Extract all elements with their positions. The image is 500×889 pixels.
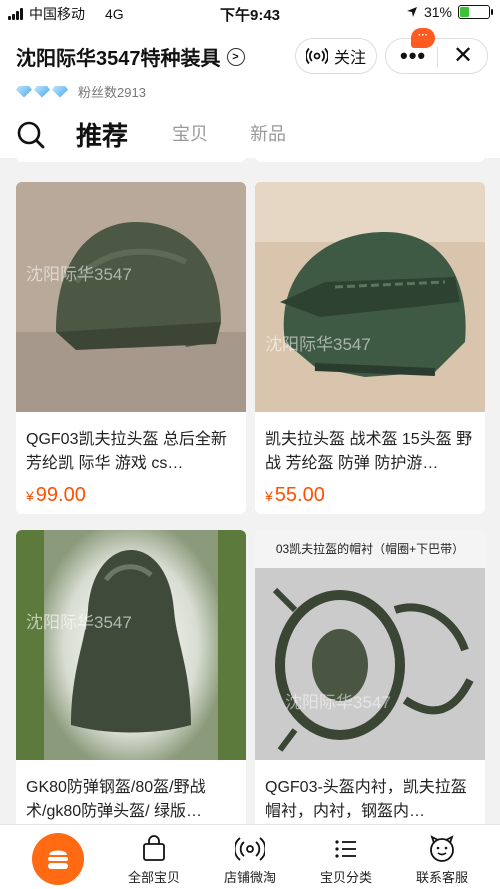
product-title: QGF03凯夫拉头盔 总后全新 芳纶凯 际华 游戏 cs… bbox=[26, 431, 227, 472]
product-title: GK80防弹钢盔/80盔/野战术/gk80防弹头盔/ 绿版… bbox=[26, 779, 206, 820]
fans-count: 粉丝数2913 bbox=[78, 85, 146, 100]
tab-recommend[interactable]: 推荐 bbox=[76, 116, 128, 153]
product-price: ¥99.00 bbox=[16, 476, 246, 507]
product-title: 凯夫拉头盔 战术盔 15头盔 野战 芳纶盔 防弹 防护游… bbox=[265, 431, 473, 472]
shop-home-button[interactable] bbox=[32, 833, 84, 885]
nav-label: 联系客服 bbox=[415, 870, 468, 885]
product-card-partial[interactable] bbox=[255, 158, 485, 162]
image-caption: 03凯夫拉盔的帽衬（帽圈+下巴带） bbox=[275, 542, 465, 556]
product-card[interactable]: 沈阳际华3547 GK80防弹钢盔/80盔/野战术/gk80防弹头盔/ 绿版… bbox=[16, 530, 246, 824]
battery-percent: 31% bbox=[423, 4, 452, 20]
list-icon bbox=[335, 840, 356, 858]
chevron-right-icon: > bbox=[226, 47, 245, 66]
nav-categories[interactable]: 宝贝分类 bbox=[306, 835, 386, 886]
watermark: 沈阳际华3547 bbox=[26, 265, 132, 284]
tab-items[interactable]: 宝贝 bbox=[172, 120, 208, 146]
status-right: 31% bbox=[406, 4, 493, 20]
follow-button[interactable]: 关注 bbox=[295, 38, 377, 74]
product-card[interactable]: 03凯夫拉盔的帽衬（帽圈+下巴带） 沈阳际华3547 QGF03-头盔内衬，凯夫… bbox=[255, 530, 485, 824]
more-icon[interactable]: ••• bbox=[400, 45, 426, 67]
product-image: 沈阳际华3547 bbox=[255, 182, 485, 412]
product-title: QGF03-头盔内衬，凯夫拉盔帽衬，内衬，钢盔内… bbox=[265, 779, 467, 820]
diamond-icon bbox=[16, 85, 32, 98]
nav-label: 全部宝贝 bbox=[127, 870, 180, 885]
currency-symbol: ¥ bbox=[265, 488, 273, 504]
shop-header: 沈阳际华3547特种装具 > 关注 ••• ✕ ··· 粉丝数2913 bbox=[0, 26, 500, 112]
nav-customer-service[interactable]: 联系客服 bbox=[402, 835, 482, 886]
service-icon bbox=[430, 835, 454, 862]
nav-label: 店铺微淘 bbox=[223, 870, 276, 885]
mini-program-capsule: ••• ✕ bbox=[385, 38, 488, 74]
watermark: 沈阳际华3547 bbox=[265, 335, 371, 354]
shop-name-row[interactable]: 沈阳际华3547特种装具 > bbox=[16, 42, 245, 71]
bag-icon bbox=[143, 835, 165, 861]
product-image: 沈阳际华3547 bbox=[16, 530, 246, 760]
search-icon[interactable] bbox=[16, 120, 46, 150]
nav-all-items[interactable]: 全部宝贝 bbox=[114, 835, 194, 886]
tab-bar: 推荐 宝贝 新品 bbox=[0, 112, 500, 158]
tab-new[interactable]: 新品 bbox=[250, 120, 286, 146]
shop-name: 沈阳际华3547特种装具 bbox=[16, 48, 221, 70]
product-card[interactable]: 沈阳际华3547 QGF03凯夫拉头盔 总后全新 芳纶凯 际华 游戏 cs… ¥… bbox=[16, 182, 246, 514]
shop-home-icon bbox=[48, 850, 68, 869]
follow-label: 关注 bbox=[333, 50, 366, 67]
status-bar: 中国移动 4G 下午9:43 31% bbox=[0, 0, 500, 26]
location-arrow-icon bbox=[406, 7, 417, 17]
diamond-icon bbox=[52, 85, 68, 98]
product-grid: 沈阳际华3547 QGF03凯夫拉头盔 总后全新 芳纶凯 际华 游戏 cs… ¥… bbox=[0, 158, 500, 824]
product-image: 沈阳际华3547 bbox=[16, 182, 246, 412]
nav-shop-feed[interactable]: 店铺微淘 bbox=[210, 835, 290, 886]
product-price: ¥55.00 bbox=[255, 476, 485, 507]
capsule-divider bbox=[437, 47, 438, 67]
watermark: 沈阳际华3547 bbox=[285, 693, 391, 712]
nav-label: 宝贝分类 bbox=[319, 870, 372, 885]
shop-rating: 粉丝数2913 bbox=[16, 82, 146, 101]
product-image: 03凯夫拉盔的帽衬（帽圈+下巴带） 沈阳际华3547 bbox=[255, 530, 485, 760]
close-icon[interactable]: ✕ bbox=[448, 41, 478, 71]
product-card[interactable]: 沈阳际华3547 凯夫拉头盔 战术盔 15头盔 野战 芳纶盔 防弹 防护游… ¥… bbox=[255, 182, 485, 514]
currency-symbol: ¥ bbox=[26, 488, 34, 504]
battery-icon bbox=[458, 5, 493, 19]
diamond-icon bbox=[34, 85, 50, 98]
bottom-nav: 全部宝贝 店铺微淘 宝贝分类 联系客服 bbox=[0, 824, 500, 889]
price-value: 99.00 bbox=[35, 484, 86, 506]
price-value: 55.00 bbox=[274, 484, 325, 506]
message-badge[interactable]: ··· bbox=[411, 28, 435, 48]
watermark: 沈阳际华3547 bbox=[26, 613, 132, 632]
product-card-partial[interactable] bbox=[16, 158, 246, 162]
broadcast-icon bbox=[305, 47, 328, 65]
broadcast-icon bbox=[235, 837, 265, 861]
